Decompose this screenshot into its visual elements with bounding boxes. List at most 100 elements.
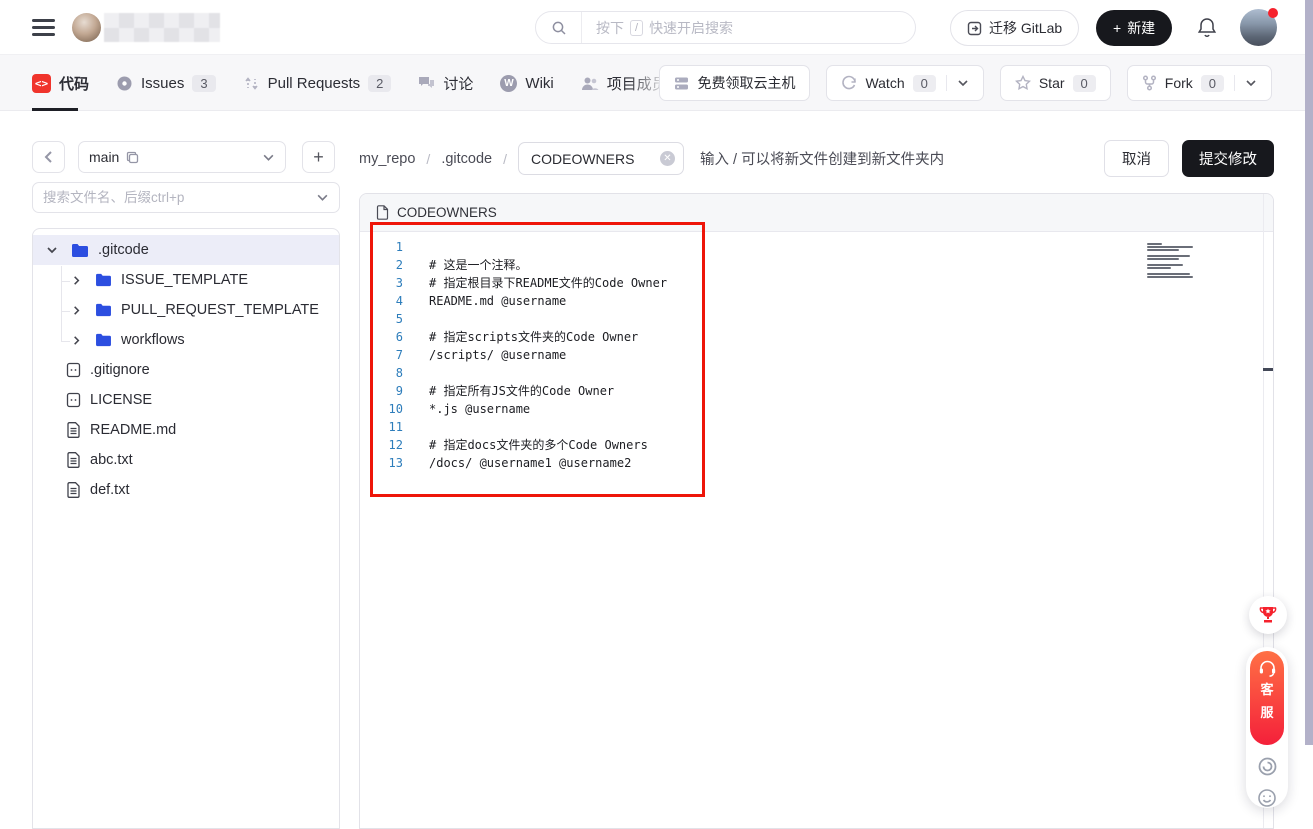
pr-count-badge: 2 (368, 75, 391, 92)
tab-issues[interactable]: Issues 3 (116, 55, 216, 111)
submit-changes-button[interactable]: 提交修改 (1182, 140, 1274, 177)
branch-name: main (89, 149, 119, 165)
file-search-select[interactable] (32, 182, 340, 213)
tab-pr-label: Pull Requests (268, 75, 361, 92)
tree-item-def-txt[interactable]: def.txt (33, 475, 339, 505)
hamburger-menu-icon[interactable] (32, 19, 55, 36)
tree-item-license[interactable]: LICENSE (33, 385, 339, 415)
code-area[interactable]: 12# 这是一个注释。3# 指定根目录下README文件的Code Owner4… (360, 238, 1273, 828)
migrate-gitlab-button[interactable]: 迁移 GitLab (950, 10, 1079, 46)
file-search-chevron-icon (316, 191, 329, 204)
user-avatar[interactable] (1240, 9, 1277, 46)
minimap[interactable] (1147, 240, 1197, 279)
tree-item-abc-txt[interactable]: abc.txt (33, 445, 339, 475)
fork-button[interactable]: Fork 0 (1127, 65, 1272, 101)
code-line[interactable]: 8 (360, 364, 1273, 382)
watch-dropdown-chevron-icon[interactable] (957, 77, 969, 89)
customer-service-button[interactable]: 客 服 (1250, 651, 1284, 745)
tab-code-label: 代码 (59, 73, 89, 94)
copy-branch-icon[interactable] (126, 151, 139, 164)
folder-icon (71, 243, 89, 258)
tab-discussions-label: 讨论 (443, 73, 473, 94)
code-line[interactable]: 7/scripts/ @username (360, 346, 1273, 364)
code-line[interactable]: 13/docs/ @username1 @username2 (360, 454, 1273, 472)
wiki-icon: W (500, 75, 517, 92)
chevron-right-icon[interactable] (66, 305, 86, 316)
code-line[interactable]: 11 (360, 418, 1273, 436)
tree-item-gitcode[interactable]: .gitcode (33, 235, 339, 265)
tab-members[interactable]: 项目成员 (581, 55, 667, 111)
line-number: 11 (360, 418, 403, 436)
watch-button[interactable]: Watch 0 (826, 65, 983, 101)
filename-hint: 输入 / 可以将新文件创建到新文件夹内 (700, 148, 944, 169)
migrate-label: 迁移 GitLab (989, 18, 1062, 38)
project-nav: <> 代码 Issues 3 Pull Requests 2 讨论 (0, 55, 1313, 111)
star-button[interactable]: Star 0 (1000, 65, 1111, 101)
page-scrollbar[interactable] (1305, 0, 1313, 745)
chevron-down-icon[interactable] (42, 244, 62, 256)
fork-icon (1142, 75, 1157, 91)
code-line[interactable]: 4README.md @username (360, 292, 1273, 310)
community-loop-icon[interactable] (1257, 756, 1278, 777)
folder-icon (95, 333, 112, 347)
tab-discussions[interactable]: 讨论 (418, 55, 473, 111)
fork-dropdown-chevron-icon[interactable] (1245, 77, 1257, 89)
new-button[interactable]: + 新建 (1096, 10, 1172, 46)
cloud-host-icon (674, 76, 689, 91)
notifications-bell-icon[interactable] (1196, 16, 1218, 39)
config-file-icon (66, 362, 81, 378)
tab-pull-requests[interactable]: Pull Requests 2 (243, 55, 392, 111)
line-number: 3 (360, 274, 403, 292)
document-file-icon (66, 452, 81, 468)
free-cloud-host-button[interactable]: 免费领取云主机 (659, 65, 810, 101)
code-line[interactable]: 1 (360, 238, 1273, 256)
add-file-button[interactable]: + (302, 141, 335, 173)
tab-wiki-label: Wiki (525, 75, 553, 92)
folder-icon (95, 273, 112, 287)
logo-redacted (104, 13, 220, 42)
clear-filename-icon[interactable]: ✕ (660, 151, 675, 166)
org-logo-avatar[interactable] (72, 13, 101, 42)
page-icon (376, 205, 389, 220)
line-content: /scripts/ @username (403, 346, 566, 364)
overview-ruler-marker (1263, 368, 1274, 371)
tree-item-pull-request-template[interactable]: PULL_REQUEST_TEMPLATE (33, 295, 339, 325)
feedback-smiley-icon[interactable] (1257, 788, 1277, 808)
star-icon (1015, 75, 1031, 91)
search-placeholder-prefix: 按下 (596, 18, 624, 38)
tab-members-label: 项目成员 (607, 73, 667, 94)
trophy-fab-button[interactable] (1249, 596, 1287, 634)
slash-key-hint: / (630, 20, 643, 36)
tree-item-readme[interactable]: README.md (33, 415, 339, 445)
back-button[interactable] (32, 141, 65, 173)
code-line[interactable]: 12# 指定docs文件夹的多个Code Owners (360, 436, 1273, 454)
tab-code[interactable]: <> 代码 (32, 55, 89, 111)
breadcrumb-repo[interactable]: my_repo (359, 151, 415, 167)
code-line[interactable]: 2# 这是一个注释。 (360, 256, 1273, 274)
editor-file-tab: CODEOWNERS (360, 194, 1273, 232)
tree-item-gitignore[interactable]: .gitignore (33, 355, 339, 385)
code-line[interactable]: 9# 指定所有JS文件的Code Owner (360, 382, 1273, 400)
editor-file-name: CODEOWNERS (397, 205, 497, 220)
members-icon (581, 76, 599, 91)
breadcrumb-folder[interactable]: .gitcode (441, 151, 492, 167)
tab-wiki[interactable]: W Wiki (500, 55, 553, 111)
code-line[interactable]: 10*.js @username (360, 400, 1273, 418)
support-widget: 客 服 (1246, 647, 1288, 808)
code-line[interactable]: 5 (360, 310, 1273, 328)
line-content: # 指定所有JS文件的Code Owner (403, 382, 614, 400)
tree-item-workflows[interactable]: workflows (33, 325, 339, 355)
chevron-right-icon[interactable] (66, 335, 86, 346)
tree-item-issue-template[interactable]: ISSUE_TEMPLATE (33, 265, 339, 295)
tree-item-label: LICENSE (90, 392, 152, 408)
line-number: 9 (360, 382, 403, 400)
line-content: # 指定scripts文件夹的Code Owner (403, 328, 638, 346)
code-line[interactable]: 3# 指定根目录下README文件的Code Owner (360, 274, 1273, 292)
line-number: 2 (360, 256, 403, 274)
global-search-input[interactable]: 按下 / 快速开启搜索 (535, 11, 916, 44)
code-line[interactable]: 6# 指定scripts文件夹的Code Owner (360, 328, 1273, 346)
file-search-input[interactable] (43, 190, 316, 205)
chevron-right-icon[interactable] (66, 275, 86, 286)
cancel-button[interactable]: 取消 (1104, 140, 1169, 177)
branch-selector[interactable]: main (78, 141, 286, 173)
